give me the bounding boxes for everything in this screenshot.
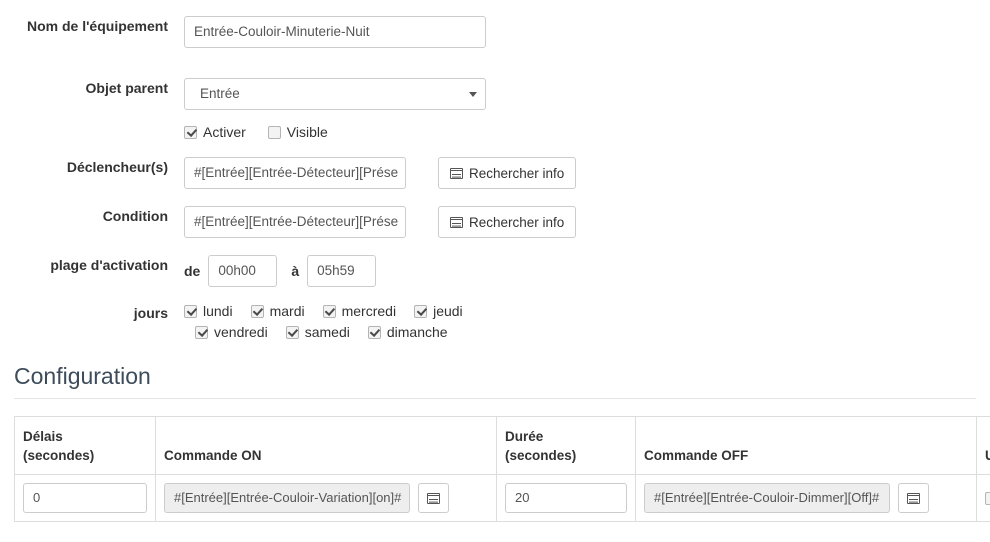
configuration-table: Délais (secondes) Commande ON Durée (sec… (14, 416, 990, 522)
checkbox-visible[interactable]: Visible (268, 124, 328, 140)
label-activation-range: plage d'activation (0, 255, 168, 275)
checkbox-day-lundi[interactable]: lundi (184, 303, 233, 319)
field-wrap-equipment-name: Entrée-Couloir-Minuterie-Nuit (168, 16, 486, 48)
checkbox-day-lundi-label: lundi (203, 303, 233, 319)
label-parent-object: Objet parent (0, 78, 168, 98)
checkbox-visible-label: Visible (287, 124, 328, 140)
checkbox-day-samedi-label: samedi (305, 324, 350, 340)
checkbox-day-mardi-box[interactable] (251, 305, 264, 318)
checkbox-day-lundi-box[interactable] (184, 305, 197, 318)
activation-range-from-input[interactable]: 00h00 (208, 255, 277, 287)
duree-input[interactable]: 20 (505, 483, 627, 513)
equipment-form: Nom de l'équipement Entrée-Couloir-Minut… (0, 16, 990, 340)
activation-range-group: de 00h00 à 05h59 (168, 255, 376, 287)
cell-duree: 20 (497, 475, 636, 522)
commande-on-input[interactable]: #[Entrée][Entrée-Couloir-Variation][on]# (164, 483, 410, 513)
commande-on-picker-button[interactable] (418, 483, 449, 513)
checkbox-day-mercredi-box[interactable] (323, 305, 336, 318)
field-wrap-parent-object: Entrée (168, 78, 486, 110)
form-row-toggles: Activer Visible (0, 124, 990, 140)
cell-unique (977, 475, 990, 522)
list-icon (450, 168, 463, 179)
checkbox-day-dimanche-label: dimanche (387, 324, 448, 340)
range-from-prefix: de (184, 263, 200, 279)
configuration-section: Configuration Délais (secondes) Commande… (0, 362, 990, 522)
commande-off-picker-button[interactable] (898, 483, 929, 513)
form-row-condition: Condition #[Entrée][Entrée-Détecteur][Pr… (0, 206, 990, 238)
form-row-trigger: Déclencheur(s) #[Entrée][Entrée-Détecteu… (0, 157, 990, 189)
condition-search-info-button[interactable]: Rechercher info (438, 206, 576, 238)
label-days: jours (0, 303, 168, 323)
cell-commande-off: #[Entrée][Entrée-Couloir-Dimmer][Off]# (636, 475, 977, 522)
list-icon (907, 493, 920, 504)
form-row-activation-range: plage d'activation de 00h00 à 05h59 (0, 255, 990, 287)
field-wrap-trigger: #[Entrée][Entrée-Détecteur][Prése Recher… (168, 157, 576, 189)
configuration-table-head: Délais (secondes) Commande ON Durée (sec… (15, 417, 990, 475)
checkbox-day-jeudi[interactable]: jeudi (414, 303, 463, 319)
checkbox-day-jeudi-box[interactable] (414, 305, 427, 318)
equipment-name-input[interactable]: Entrée-Couloir-Minuterie-Nuit (184, 16, 486, 48)
commande-on-group: #[Entrée][Entrée-Couloir-Variation][on]# (164, 483, 488, 513)
range-to-prefix: à (291, 263, 299, 279)
checkbox-day-samedi[interactable]: samedi (286, 324, 350, 340)
trigger-search-info-button[interactable]: Rechercher info (438, 157, 576, 189)
checkbox-activer-box[interactable] (184, 126, 197, 139)
page-title: Configuration (0, 362, 990, 398)
label-condition: Condition (0, 206, 168, 226)
checkbox-visible-box[interactable] (268, 126, 281, 139)
column-header-duree-line1: Durée (505, 427, 627, 446)
checkbox-activer-label: Activer (203, 124, 246, 140)
column-header-commande-off: Commande OFF (636, 417, 977, 475)
section-divider (14, 398, 976, 399)
condition-input[interactable]: #[Entrée][Entrée-Détecteur][Prése (184, 206, 406, 238)
trigger-search-info-label: Rechercher info (469, 166, 564, 181)
checkbox-day-mardi[interactable]: mardi (251, 303, 305, 319)
form-row-days: jours lundi mardi mercredi jeudi (0, 303, 990, 340)
days-group: lundi mardi mercredi jeudi ven (168, 303, 463, 340)
table-row: 0 #[Entrée][Entrée-Couloir-Variation][on… (15, 475, 990, 522)
checkbox-day-dimanche[interactable]: dimanche (368, 324, 448, 340)
column-header-delai-line1: Délais (23, 427, 147, 446)
parent-object-select[interactable]: Entrée (184, 78, 486, 110)
unique-checkbox[interactable] (985, 492, 990, 505)
form-row-name: Nom de l'équipement Entrée-Couloir-Minut… (0, 16, 990, 48)
column-header-duree: Durée (secondes) (497, 417, 636, 475)
delai-input[interactable]: 0 (23, 483, 147, 513)
checkbox-day-mercredi[interactable]: mercredi (323, 303, 396, 319)
list-icon (450, 217, 463, 228)
label-equipment-name: Nom de l'équipement (0, 16, 168, 36)
label-trigger: Déclencheur(s) (0, 157, 168, 177)
commande-off-input[interactable]: #[Entrée][Entrée-Couloir-Dimmer][Off]# (644, 483, 890, 513)
checkbox-day-mardi-label: mardi (270, 303, 305, 319)
checkbox-day-jeudi-label: jeudi (433, 303, 463, 319)
checkbox-day-dimanche-box[interactable] (368, 326, 381, 339)
chevron-down-icon (469, 92, 477, 97)
form-row-parent: Objet parent Entrée (0, 78, 990, 110)
trigger-input[interactable]: #[Entrée][Entrée-Détecteur][Prése (184, 157, 406, 189)
checkbox-activer[interactable]: Activer (184, 124, 246, 140)
column-header-delai: Délais (secondes) (15, 417, 156, 475)
days-row-2: vendredi samedi dimanche (184, 324, 463, 340)
column-header-commande-on: Commande ON (156, 417, 497, 475)
activation-range-to-input[interactable]: 05h59 (307, 255, 376, 287)
field-wrap-condition: #[Entrée][Entrée-Détecteur][Prése Recher… (168, 206, 576, 238)
days-row-1: lundi mardi mercredi jeudi (184, 303, 463, 319)
checkbox-day-vendredi-box[interactable] (195, 326, 208, 339)
table-header-row: Délais (secondes) Commande ON Durée (sec… (15, 417, 990, 475)
list-icon (427, 493, 440, 504)
condition-search-info-label: Rechercher info (469, 215, 564, 230)
checkbox-day-vendredi[interactable]: vendredi (195, 324, 268, 340)
checkbox-day-vendredi-label: vendredi (214, 324, 268, 340)
column-header-duree-line2: (secondes) (505, 446, 627, 465)
checkbox-day-mercredi-label: mercredi (342, 303, 396, 319)
parent-object-selected-value: Entrée (200, 86, 240, 101)
cell-commande-on: #[Entrée][Entrée-Couloir-Variation][on]# (156, 475, 497, 522)
checkbox-day-samedi-box[interactable] (286, 326, 299, 339)
cell-delai: 0 (15, 475, 156, 522)
toggles-group: Activer Visible (168, 124, 328, 140)
commande-off-group: #[Entrée][Entrée-Couloir-Dimmer][Off]# (644, 483, 968, 513)
column-header-unique: Unique (977, 417, 990, 475)
column-header-delai-line2: (secondes) (23, 446, 147, 465)
configuration-table-body: 0 #[Entrée][Entrée-Couloir-Variation][on… (15, 475, 990, 522)
